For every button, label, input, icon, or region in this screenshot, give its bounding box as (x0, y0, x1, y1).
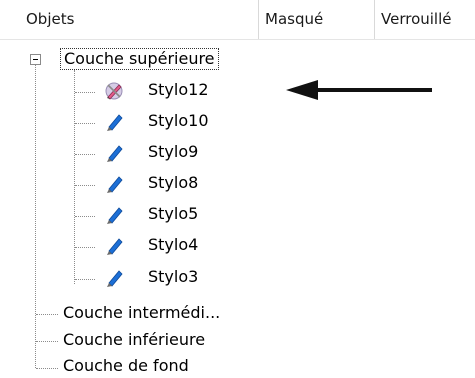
tree-line (36, 341, 58, 342)
tree-item-top-layer[interactable]: Couche supérieure (60, 48, 219, 70)
tree-line (75, 154, 95, 155)
blue-pen-icon (107, 238, 123, 255)
collapse-minus-icon[interactable] (30, 54, 41, 65)
tree-line (35, 64, 36, 368)
tree-item-stylo12[interactable]: Stylo12 (148, 80, 209, 100)
tree-line (74, 70, 75, 284)
tree-line (36, 368, 58, 369)
layers-panel: Objets Masqué Verrouillé Couche supérieu… (0, 0, 475, 378)
tree-item-middle-layer[interactable]: Couche intermédi... (63, 303, 220, 323)
tree-line (75, 185, 95, 186)
blue-pen-icon (107, 207, 123, 224)
tree-line (75, 92, 95, 93)
tree-line (75, 123, 95, 124)
blue-pen-icon (107, 270, 123, 287)
pen-disabled-icon (105, 82, 123, 100)
blue-pen-icon (107, 145, 123, 162)
tree-item-stylo8[interactable]: Stylo8 (148, 173, 198, 193)
tree-line (75, 216, 95, 217)
tree-item-stylo9[interactable]: Stylo9 (148, 142, 198, 162)
tree-item-stylo3[interactable]: Stylo3 (148, 267, 198, 287)
tree-item-stylo5[interactable]: Stylo5 (148, 204, 198, 224)
tree-line (75, 279, 95, 280)
tree-item-background-layer[interactable]: Couche de fond (63, 356, 189, 376)
tree-item-stylo4[interactable]: Stylo4 (148, 235, 198, 255)
layer-tree: Couche supérieure Stylo12 Stylo10 Stylo9… (0, 0, 475, 378)
blue-pen-icon (107, 114, 123, 131)
left-arrow-icon (286, 80, 432, 100)
tree-line (75, 247, 95, 248)
tree-line (36, 314, 58, 315)
tree-item-lower-layer[interactable]: Couche inférieure (63, 330, 205, 350)
blue-pen-icon (107, 176, 123, 193)
tree-item-stylo10[interactable]: Stylo10 (148, 111, 209, 131)
